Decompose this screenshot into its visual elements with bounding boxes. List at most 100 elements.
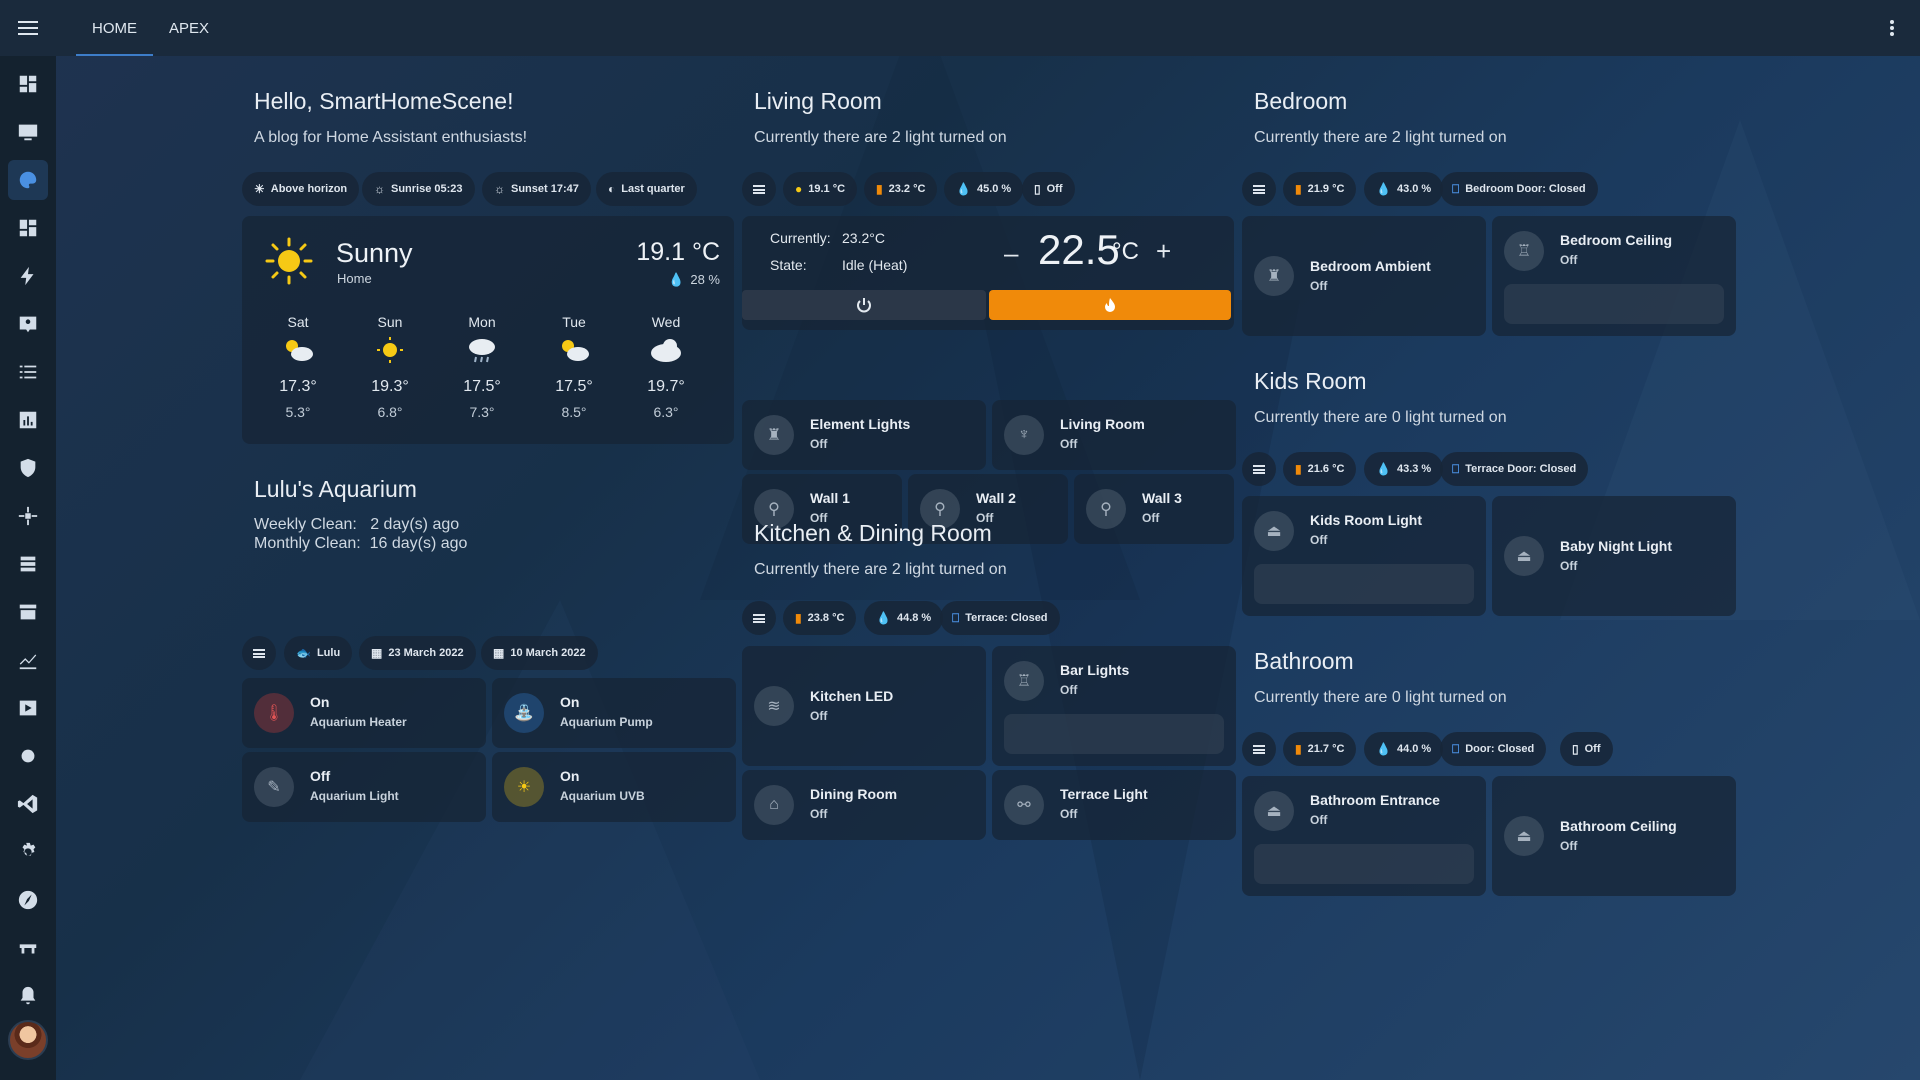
- fish-chip[interactable]: 🐟 Lulu: [284, 636, 353, 670]
- more-options-icon[interactable]: [1864, 20, 1920, 36]
- sun-icon: ●: [795, 182, 803, 196]
- chandelier-icon: ♆: [1004, 415, 1044, 455]
- aquarium-weekly: Weekly Clean: 2 day(s) ago: [254, 516, 460, 533]
- pendant-lights-icon: ♖: [1004, 661, 1044, 701]
- terrace-light-tile[interactable]: ⚯ Terrace Light Off: [992, 770, 1236, 840]
- bedroom-door-chip[interactable]: ⎕ Bedroom Door: Closed: [1440, 172, 1598, 206]
- forecast-day: Sun 19.3° 6.8°: [371, 314, 409, 420]
- aquarium-pump-tile[interactable]: ⛲ On Aquarium Pump: [492, 678, 736, 748]
- humidity-chip[interactable]: 💧 45.0 %: [944, 172, 1024, 206]
- sunrise-chip[interactable]: ☼ Sunrise 05:23: [362, 172, 475, 206]
- kitchen-menu-button[interactable]: [742, 601, 776, 635]
- vscode-icon[interactable]: [8, 784, 48, 824]
- dashboard-icon[interactable]: [8, 208, 48, 248]
- brightness-slider[interactable]: [1004, 714, 1224, 754]
- living-room-light-tile[interactable]: ♆ Living Room Off: [992, 400, 1236, 470]
- chart-icon[interactable]: [8, 400, 48, 440]
- media-icon[interactable]: [8, 688, 48, 728]
- shield-icon[interactable]: [8, 448, 48, 488]
- weather-humidity: 💧 28 %: [668, 272, 720, 287]
- hacs-list-icon[interactable]: [8, 544, 48, 584]
- bedroom-menu-button[interactable]: [1242, 172, 1276, 206]
- network-icon[interactable]: [8, 496, 48, 536]
- bathroom-door-chip[interactable]: ⎕ Door: Closed: [1440, 732, 1547, 766]
- bathroom-entrance-tile[interactable]: ⏏ Bathroom Entrance Off: [1242, 776, 1486, 896]
- list-icon[interactable]: [8, 352, 48, 392]
- ceiling-light-icon: ⏏: [1504, 816, 1544, 856]
- wall-3-tile[interactable]: ⚲ Wall 3 Off: [1074, 474, 1234, 544]
- kids-room-light-tile[interactable]: ⏏ Kids Room Light Off: [1242, 496, 1486, 616]
- terrace-door-chip[interactable]: ⎕ Terrace: Closed: [940, 601, 1060, 635]
- bathroom-subtitle: Currently there are 0 light turned on: [1254, 689, 1507, 706]
- aquarium-uvb-tile[interactable]: ☀ On Aquarium UVB: [492, 752, 736, 822]
- brightness-slider[interactable]: [1254, 844, 1474, 884]
- weekly-date-chip[interactable]: ▦ 23 March 2022: [359, 636, 476, 670]
- tools-icon[interactable]: [8, 928, 48, 968]
- thermometer-icon: ▮: [1295, 742, 1302, 756]
- sidebar: [0, 56, 56, 1080]
- person-card-icon[interactable]: [8, 304, 48, 344]
- monitor-icon[interactable]: [8, 112, 48, 152]
- dashboard-icon[interactable]: [8, 64, 48, 104]
- moon-chip[interactable]: ◐ Last quarter: [596, 172, 697, 206]
- bedroom-humidity-chip[interactable]: 💧 43.0 %: [1364, 172, 1444, 206]
- bedroom-temperature-chip[interactable]: ▮ 21.9 °C: [1283, 172, 1357, 206]
- weather-card[interactable]: Sunny Home 19.1 °C 💧 28 % Sat 17.3° 5.3° …: [242, 216, 734, 444]
- element-lights-tile[interactable]: ♜ Element Lights Off: [742, 400, 986, 470]
- kids-room-title: Kids Room: [1254, 368, 1367, 394]
- kitchen-temperature-chip[interactable]: ▮ 23.8 °C: [783, 601, 857, 635]
- kitchen-led-tile[interactable]: ≋ Kitchen LED Off: [742, 646, 986, 766]
- power-off-button[interactable]: [742, 290, 986, 320]
- brightness-slider[interactable]: [1504, 284, 1724, 324]
- sun-chip[interactable]: ☀ Above horizon: [242, 172, 360, 206]
- palette-icon[interactable]: [8, 160, 48, 200]
- bell-icon[interactable]: [8, 976, 48, 1016]
- bathroom-humidity-chip[interactable]: 💧 44.0 %: [1364, 732, 1444, 766]
- trend-icon[interactable]: [8, 640, 48, 680]
- outdoor-temp-chip[interactable]: ● 19.1 °C: [783, 172, 858, 206]
- kitchen-title: Kitchen & Dining Room: [754, 520, 992, 546]
- state-value: Idle (Heat): [842, 257, 908, 273]
- kids-temperature-chip[interactable]: ▮ 21.6 °C: [1283, 452, 1357, 486]
- temperature-chip[interactable]: ▮ 23.2 °C: [864, 172, 938, 206]
- settings-icon[interactable]: [8, 832, 48, 872]
- ceiling-light-icon: ⏏: [1504, 536, 1544, 576]
- bathroom-temperature-chip[interactable]: ▮ 21.7 °C: [1283, 732, 1357, 766]
- bedroom-ceiling-tile[interactable]: ♖ Bedroom Ceiling Off: [1492, 216, 1736, 336]
- bathroom-ceiling-tile[interactable]: ⏏ Bathroom Ceiling Off: [1492, 776, 1736, 896]
- sunset-icon: ☼: [494, 182, 505, 196]
- aquarium-heater-tile[interactable]: 🌡 On Aquarium Heater: [242, 678, 486, 748]
- aquarium-light-tile[interactable]: ✎ Off Aquarium Light: [242, 752, 486, 822]
- monthly-date-chip[interactable]: ▦ 10 March 2022: [481, 636, 598, 670]
- menu-icon[interactable]: [0, 0, 56, 56]
- kids-menu-button[interactable]: [1242, 452, 1276, 486]
- gear-code-icon[interactable]: [8, 736, 48, 776]
- kitchen-humidity-chip[interactable]: 💧 44.8 %: [864, 601, 944, 635]
- aquarium-menu-button[interactable]: [242, 636, 276, 670]
- remote-chip[interactable]: ▯ Off: [1022, 172, 1075, 206]
- energy-icon[interactable]: [8, 256, 48, 296]
- sunset-chip[interactable]: ☼ Sunset 17:47: [482, 172, 591, 206]
- thermometer-icon: 🌡: [254, 693, 294, 733]
- ceiling-light-icon: ⏏: [1254, 511, 1294, 551]
- brightness-slider[interactable]: [1254, 564, 1474, 604]
- decrease-button[interactable]: –: [1004, 238, 1018, 269]
- living-menu-button[interactable]: [742, 172, 776, 206]
- hacs-store-icon[interactable]: [8, 592, 48, 632]
- tab-home[interactable]: HOME: [76, 0, 153, 56]
- kids-humidity-chip[interactable]: 💧 43.3 %: [1364, 452, 1444, 486]
- bar-lights-tile[interactable]: ♖ Bar Lights Off: [992, 646, 1236, 766]
- thermometer-icon: ▮: [1295, 182, 1302, 196]
- avatar[interactable]: [8, 1020, 48, 1060]
- compass-icon[interactable]: [8, 880, 48, 920]
- terrace-door-chip[interactable]: ⎕ Terrace Door: Closed: [1440, 452, 1589, 486]
- baby-night-light-tile[interactable]: ⏏ Baby Night Light Off: [1492, 496, 1736, 616]
- dining-room-tile[interactable]: ⌂ Dining Room Off: [742, 770, 986, 840]
- increase-button[interactable]: +: [1156, 236, 1171, 267]
- bathroom-menu-button[interactable]: [1242, 732, 1276, 766]
- tab-apex[interactable]: APEX: [153, 0, 225, 56]
- water-drop-icon: 💧: [1376, 742, 1391, 756]
- bathroom-remote-chip[interactable]: ▯ Off: [1560, 732, 1613, 766]
- bedroom-ambient-tile[interactable]: ♜ Bedroom Ambient Off: [1242, 216, 1486, 336]
- heat-mode-button[interactable]: [989, 290, 1231, 320]
